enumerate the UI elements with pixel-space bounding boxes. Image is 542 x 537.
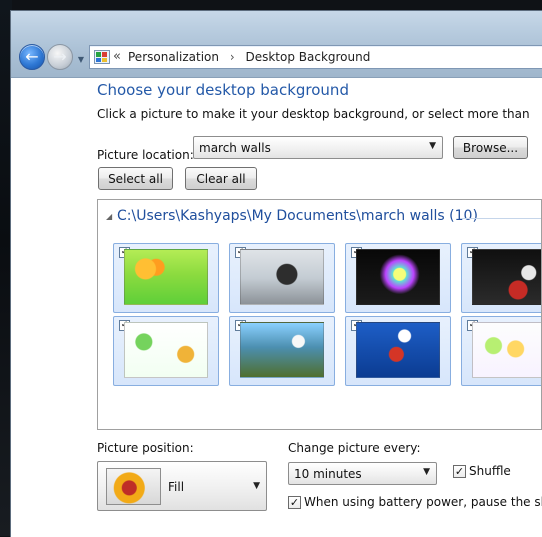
chevron-down-icon: ▼	[429, 141, 436, 151]
control-panel-icon	[94, 50, 110, 64]
back-button[interactable]: ←	[19, 44, 45, 70]
window-chrome: ← → ▼ « Personalization › Desktop Backgr…	[11, 11, 542, 78]
wallpaper-image-6	[240, 322, 324, 378]
shuffle-checkbox[interactable]: ✓	[453, 465, 466, 478]
chevron-down-icon: ▼	[253, 481, 260, 491]
battery-pause-label: When using battery power, pause the slid…	[304, 495, 542, 509]
address-overflow-icon: «	[113, 49, 121, 64]
wallpaper-thumbnail-8[interactable]: ✓	[461, 316, 541, 386]
wallpaper-thumbnail-7[interactable]: ✓	[345, 316, 451, 386]
select-all-button[interactable]: Select all	[98, 167, 173, 190]
shuffle-label: Shuffle	[469, 464, 511, 478]
picture-position-label: Picture position:	[97, 441, 194, 455]
breadcrumb: Personalization › Desktop Background	[128, 49, 370, 65]
wallpaper-image-4	[472, 249, 541, 305]
control-panel-icon-yellow	[102, 58, 107, 62]
gallery-group-title: C:\Users\Kashyaps\My Documents\march wal…	[117, 208, 478, 224]
history-dropdown-icon[interactable]: ▼	[75, 54, 87, 64]
control-panel-icon-green	[96, 52, 101, 57]
picture-position-select[interactable]: Fill ▼	[97, 461, 267, 511]
chevron-down-icon: ▼	[423, 467, 430, 477]
battery-pause-checkbox[interactable]: ✓	[288, 496, 301, 509]
wallpaper-image-7	[356, 322, 440, 378]
collapse-group-icon[interactable]: ◢	[106, 212, 112, 221]
breadcrumb-personalization[interactable]: Personalization	[128, 50, 219, 64]
browse-button[interactable]: Browse...	[453, 136, 528, 159]
forward-button[interactable]: →	[47, 44, 73, 70]
change-picture-value: 10 minutes	[294, 467, 362, 481]
wallpaper-image-3	[356, 249, 440, 305]
address-bar[interactable]: « Personalization › Desktop Background	[89, 45, 542, 69]
wallpaper-thumbnail-5[interactable]: ✓	[113, 316, 219, 386]
wallpaper-image-1	[124, 249, 208, 305]
group-divider	[460, 218, 541, 219]
control-panel-icon-red	[102, 52, 107, 57]
picture-position-preview-icon	[106, 468, 161, 505]
picture-position-value: Fill	[168, 480, 185, 494]
wallpaper-thumbnail-4[interactable]: ✓	[461, 243, 541, 313]
breadcrumb-separator-icon: ›	[229, 50, 235, 64]
picture-location-label: Picture location:	[97, 148, 194, 162]
control-panel-icon-blue	[96, 58, 101, 62]
clear-all-button[interactable]: Clear all	[185, 167, 257, 190]
picture-location-value: march walls	[199, 141, 271, 155]
forward-arrow-icon: →	[53, 47, 67, 66]
picture-location-select[interactable]: march walls ▼	[193, 136, 443, 159]
back-arrow-icon: ←	[25, 47, 39, 66]
change-picture-label: Change picture every:	[288, 441, 421, 455]
page-description: Click a picture to make it your desktop …	[97, 107, 531, 121]
wallpaper-gallery: ◢ C:\Users\Kashyaps\My Documents\march w…	[97, 199, 542, 430]
wallpaper-thumbnail-2[interactable]: ✓	[229, 243, 335, 313]
change-picture-select[interactable]: 10 minutes ▼	[288, 462, 437, 485]
wallpaper-thumbnail-3[interactable]: ✓	[345, 243, 451, 313]
wallpaper-image-2	[240, 249, 324, 305]
wallpaper-thumbnail-6[interactable]: ✓	[229, 316, 335, 386]
page-title: Choose your desktop background	[97, 81, 349, 99]
wallpaper-thumbnail-1[interactable]: ✓	[113, 243, 219, 313]
breadcrumb-desktop-background[interactable]: Desktop Background	[245, 50, 370, 64]
wallpaper-image-8	[472, 322, 541, 378]
wallpaper-image-5	[124, 322, 208, 378]
